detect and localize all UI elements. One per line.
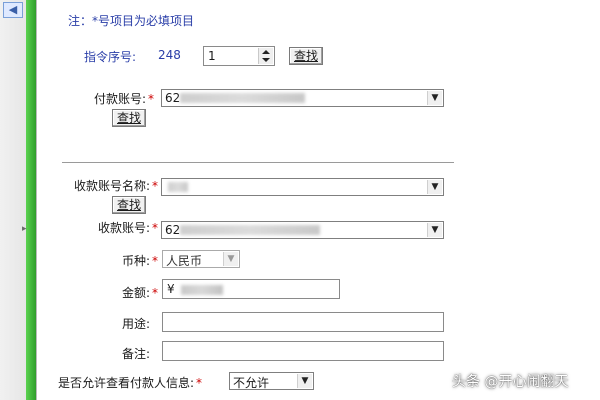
purpose-input[interactable] [162,312,444,332]
payer-account-value: 62 [165,91,181,105]
masked-text [181,285,223,295]
command-no-label: 指令序号: [84,50,137,64]
amount-input[interactable]: ¥ [162,279,340,299]
green-splitter[interactable] [26,0,36,400]
payer-account-label-text: 付款账号: [93,92,146,106]
required-mark: * [152,221,158,235]
payee-name-label-text: 收款账号名称: [73,179,150,193]
currency-value: 人民币 [166,254,203,268]
find-command-button[interactable]: 查找 [289,47,323,65]
chevron-down-icon[interactable]: ▼ [427,180,442,194]
currency-label-text: 币种: [121,254,150,268]
required-mark: * [152,179,158,193]
payee-account-select[interactable]: 62 ▼ [161,221,444,239]
currency-select[interactable]: 人民币 ▼ [162,250,240,268]
payee-name-select[interactable]: ▼ [161,178,444,196]
chevron-down-icon[interactable]: ▼ [427,91,442,105]
required-mark: * [152,286,158,300]
masked-text [168,182,188,192]
allow-view-label: 是否允许查看付款人信息: * [58,374,226,391]
masked-text [180,93,305,103]
required-mark: * [148,92,154,106]
amount-value: ¥ [167,282,175,296]
required-mark: * [152,254,158,268]
amount-label-text: 金额: [121,286,150,300]
find-payer-button[interactable]: 查找 [112,109,146,127]
required-note: 注：*号项目为必填项目 [68,14,195,28]
collapse-arrow-icon[interactable]: ◀ [3,2,23,18]
spin-up-icon[interactable] [262,50,270,54]
currency-label: 币种: * [104,252,158,269]
payer-account-select[interactable]: 62 ▼ [161,89,444,107]
payee-name-label: 收款账号名称: * [44,177,158,194]
amount-label: 金额: * [104,284,158,301]
find-payee-button[interactable]: 查找 [112,196,146,214]
payee-account-value: 62 [165,223,181,237]
chevron-down-icon[interactable]: ▼ [223,252,238,266]
splitter-arrow-icon[interactable]: ▸ [22,224,27,234]
payee-account-label: 收款账号: * [74,219,158,236]
spin-down-icon[interactable] [262,58,270,62]
payee-account-label-text: 收款账号: [97,221,150,235]
command-stepper[interactable]: 1 [203,46,275,66]
remark-input[interactable] [162,341,444,361]
remark-label: 备注: [121,347,150,361]
stepper-spin[interactable] [258,48,273,64]
stepper-value: 1 [208,49,216,63]
required-mark: * [196,376,203,390]
payer-account-label: 付款账号: * [74,90,154,107]
purpose-label: 用途: [121,317,150,331]
allow-view-value: 不允许 [233,376,270,390]
chevron-down-icon[interactable]: ▼ [297,374,312,388]
command-no-value: 248 [158,48,181,62]
chevron-down-icon[interactable]: ▼ [427,223,442,237]
allow-view-select[interactable]: 不允许 ▼ [229,372,314,390]
masked-text [180,225,320,235]
left-panel: ◀ ▸ [0,0,37,400]
allow-view-label-text: 是否允许查看付款人信息: [58,376,195,390]
watermark: 头条 @开心闹翻天 [452,374,569,390]
section-divider [62,162,454,163]
